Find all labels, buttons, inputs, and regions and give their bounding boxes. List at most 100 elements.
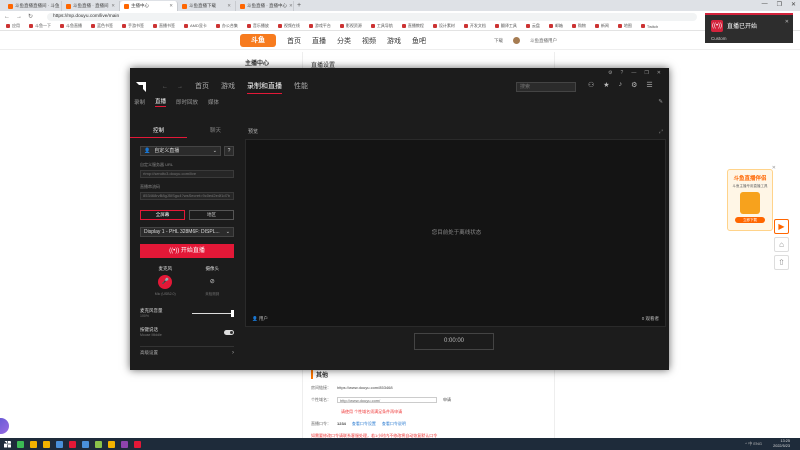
taskbar-app-icon[interactable] xyxy=(108,440,115,448)
bookmark-item[interactable]: 云盘 xyxy=(525,23,540,29)
amd-menu-item[interactable]: 录制和直播 xyxy=(247,81,282,94)
site-nav-item[interactable]: 鱼吧 xyxy=(412,36,426,46)
close-icon[interactable]: ✕ xyxy=(772,165,776,171)
back-to-top-icon[interactable]: ⇧ xyxy=(774,255,789,270)
bookmark-item[interactable]: 蓝色书签 xyxy=(91,23,113,29)
browser-tab[interactable]: 斗鱼直播下载 ✕ xyxy=(178,1,236,11)
maximize-button[interactable]: ❐ xyxy=(644,70,648,76)
bookmark-item[interactable]: 购物 xyxy=(571,23,586,29)
bookmark-item[interactable]: 视频在线 xyxy=(277,23,300,29)
subtab[interactable]: 媒体 xyxy=(208,98,219,106)
username[interactable]: 斗鱼直播用户 xyxy=(530,38,557,44)
system-tray[interactable]: ^ 中 ENG xyxy=(745,441,762,447)
bookmark-item[interactable]: 影视资源 xyxy=(339,23,362,29)
region-button[interactable]: 地区 xyxy=(189,210,234,220)
douyu-logo[interactable]: 斗鱼 xyxy=(240,34,276,47)
edit-icon[interactable]: ✎ xyxy=(658,99,663,105)
close-icon[interactable]: ✕ xyxy=(785,19,789,25)
bookmark-item[interactable]: 音乐播放 xyxy=(246,23,269,29)
minimize-button[interactable]: — xyxy=(762,1,768,8)
taskbar-app-icon[interactable] xyxy=(95,440,102,448)
account-icon[interactable]: ⚇ xyxy=(588,81,594,89)
site-nav-item[interactable]: 视频 xyxy=(362,36,376,46)
help-icon[interactable]: ? xyxy=(621,70,624,76)
bookmark-item[interactable]: 开发文档 xyxy=(463,23,486,29)
taskbar-app-icon[interactable] xyxy=(134,440,141,448)
ad-download-button[interactable]: 立即下载 xyxy=(735,217,765,223)
close-icon[interactable]: ✕ xyxy=(289,3,293,9)
room-link-value[interactable]: https://www.douyu.com/853468 xyxy=(337,385,393,391)
subtab[interactable]: 即时回放 xyxy=(176,98,198,106)
slider-handle[interactable] xyxy=(231,309,234,317)
close-icon[interactable]: ✕ xyxy=(169,3,173,9)
taskbar-app-icon[interactable] xyxy=(121,440,128,448)
play-icon[interactable]: ▶ xyxy=(774,219,789,234)
minimize-button[interactable]: — xyxy=(631,70,636,76)
bookmark-item[interactable]: 游戏平台 xyxy=(308,23,331,29)
search-input[interactable]: 搜索 xyxy=(516,82,576,92)
go-live-button[interactable]: ((•)) 开始直播 xyxy=(140,244,234,258)
service-select[interactable]: 👤 自定义直播 ⌄ xyxy=(140,146,221,156)
close-icon[interactable]: ✕ xyxy=(227,3,231,9)
settings-icon[interactable]: ⚙ xyxy=(608,70,612,76)
subtab[interactable]: 录制 xyxy=(134,98,145,106)
bookmark-item[interactable]: 地图 xyxy=(617,23,632,29)
apply-button[interactable]: 申请 xyxy=(443,397,451,403)
bookmark-item[interactable]: 斗鱼一下 xyxy=(29,23,51,29)
clock[interactable]: 13:25 2022/5/23 xyxy=(773,439,790,449)
browser-tab[interactable]: 斗鱼直播 · 直播间 ✕ xyxy=(62,1,120,11)
bookmark-item[interactable]: 翻译工具 xyxy=(494,23,517,29)
bookmark-item[interactable]: 直播书签 xyxy=(153,23,175,29)
amd-menu-item[interactable]: 性能 xyxy=(294,81,308,94)
forward-icon[interactable]: → xyxy=(177,84,183,90)
site-nav-item[interactable]: 分类 xyxy=(337,36,351,46)
download-ad[interactable]: ✕ 斗鱼直播伴侣 斗鱼主播专用直播工具 立即下载 xyxy=(727,165,776,231)
bookmark-item[interactable]: 斗鱼直播 xyxy=(60,23,82,29)
custom-domain-input[interactable]: http://www.douyu.com/ xyxy=(337,397,437,403)
help-button[interactable]: ? xyxy=(224,146,234,156)
menu-icon[interactable]: ☰ xyxy=(646,81,652,89)
taskbar-app-icon[interactable] xyxy=(17,440,24,448)
home-icon[interactable]: ⌂ xyxy=(774,237,789,252)
subtab[interactable]: 直播 xyxy=(155,97,167,107)
back-icon[interactable]: ← xyxy=(162,84,168,90)
bookmark-item[interactable]: 邮箱 xyxy=(548,23,563,29)
code-help-link[interactable]: 查看口令说明 xyxy=(382,421,406,427)
taskbar-app-icon[interactable] xyxy=(56,440,63,448)
maximize-button[interactable]: ❐ xyxy=(777,1,782,8)
browser-tab[interactable]: 斗鱼直播 · 直播中心 ✕ xyxy=(236,1,294,11)
panel-tab[interactable]: 聊天 xyxy=(187,126,244,138)
server-url-input[interactable]: rtmp://sendtc3.douyu.com/live xyxy=(140,170,234,178)
fullscreen-button[interactable]: 全屏幕 xyxy=(140,210,185,220)
bookmark-item[interactable]: 直播教程 xyxy=(401,23,424,29)
bell-icon[interactable]: ♪ xyxy=(619,81,623,89)
advanced-settings-link[interactable]: 高级设置 xyxy=(140,350,158,356)
bookmark-item[interactable]: Twitch xyxy=(640,24,658,29)
bookmark-item[interactable]: 新闻 xyxy=(594,23,609,29)
camera-toggle[interactable]: 摄像头 ⊘ 未检测到 xyxy=(205,266,219,297)
taskbar-app-icon[interactable] xyxy=(30,440,37,448)
close-icon[interactable]: ✕ xyxy=(111,3,115,9)
download-link[interactable]: 下载 xyxy=(494,38,503,44)
close-button[interactable]: ✕ xyxy=(657,70,661,76)
star-icon[interactable]: ★ xyxy=(603,81,609,89)
taskbar-app-icon[interactable] xyxy=(82,440,89,448)
stream-key-input[interactable]: 853468rvB8gJ5ISgu4?wsSecret=9c0ed2e4f1d7… xyxy=(140,192,234,200)
taskbar-app-icon[interactable] xyxy=(43,440,50,448)
close-button[interactable]: ✕ xyxy=(791,1,796,8)
url-input[interactable]: https://mp.douyu.com/live/main xyxy=(47,12,698,21)
windows-start-icon[interactable] xyxy=(4,440,11,448)
browser-tab[interactable]: 斗鱼直播直播间 · 斗鱼✕ xyxy=(4,1,62,11)
microphone-toggle[interactable]: 麦克风 🎤 Mic (USB2.0) xyxy=(155,266,176,297)
floating-assistant[interactable] xyxy=(0,418,9,434)
expand-icon[interactable]: ⤢ xyxy=(659,126,663,138)
gear-icon[interactable]: ⚙ xyxy=(631,81,637,89)
live-started-notification[interactable]: ((•)) 直播已开始 Custom ✕ xyxy=(705,13,793,43)
amd-menu-item[interactable]: 游戏 xyxy=(221,81,235,94)
panel-tab[interactable]: 控制 xyxy=(130,126,187,138)
bookmark-item[interactable]: 工具导航 xyxy=(370,23,393,29)
bookmark-item[interactable]: AMD显卡 xyxy=(184,23,207,29)
new-tab-button[interactable]: + xyxy=(297,2,301,9)
bookmark-item[interactable]: 设计素材 xyxy=(432,23,455,29)
site-nav-item[interactable]: 直播 xyxy=(312,36,326,46)
